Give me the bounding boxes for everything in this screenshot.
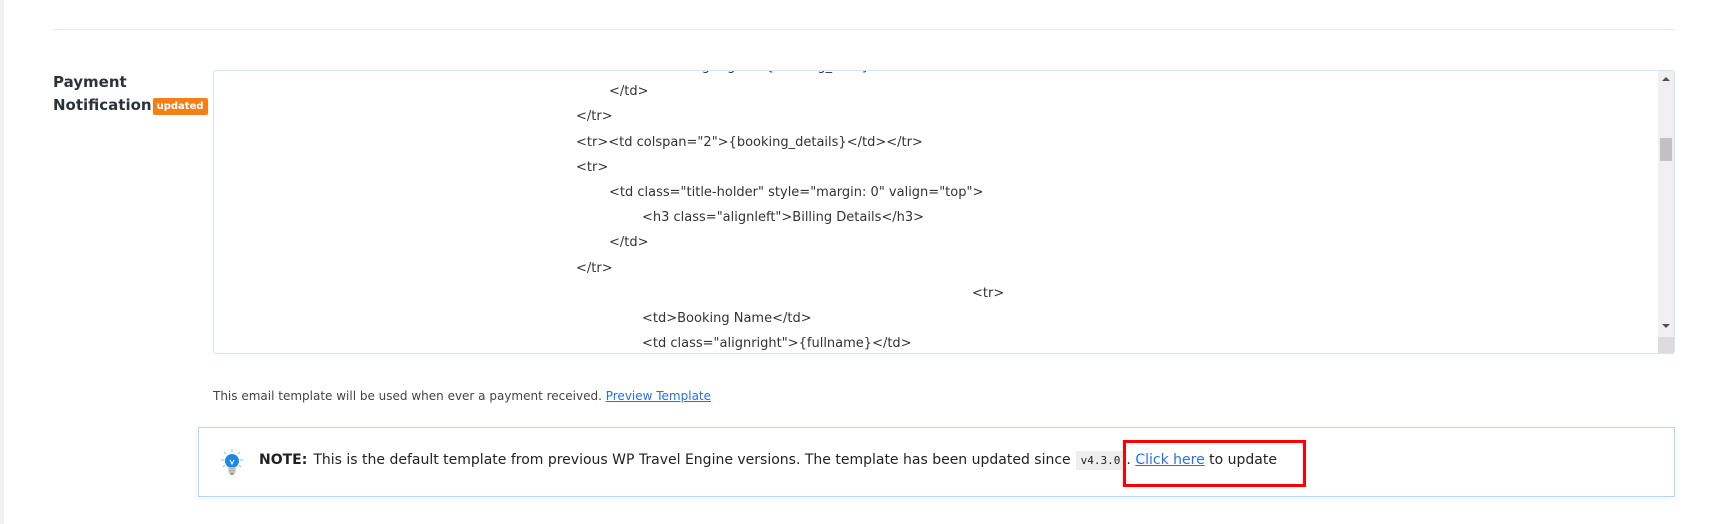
version-code: v4.3.0 (1075, 451, 1126, 470)
code-line: </td> (609, 235, 649, 251)
field-label-line1: Payment (53, 73, 127, 91)
code-line: <tr> (972, 285, 1005, 301)
payment-notification-template-textarea[interactable]: <td class="alignright">{booking_date}</t… (213, 70, 1675, 354)
template-code: <td class="alignright">{booking_date}</t… (214, 71, 1005, 353)
code-line: <td class="title-holder" style="margin: … (609, 184, 984, 200)
code-line: <tr><td colspan="2">{booking_details}</t… (576, 134, 923, 150)
section-divider (53, 29, 1675, 30)
code-line: </tr> (576, 260, 613, 276)
scrollbar-thumb[interactable] (1660, 138, 1672, 161)
lightbulb-icon (221, 449, 243, 481)
field-label-line2: Notification (53, 96, 152, 114)
note-text: This is the default template from previo… (313, 452, 1071, 468)
preview-template-link[interactable]: Preview Template (606, 389, 711, 403)
code-line: <td>Booking Name</td> (642, 310, 812, 326)
textarea-scrollbar[interactable] (1658, 71, 1674, 353)
code-line: <td class="alignright">{fullname}</td> (642, 336, 912, 352)
code-line: <tr> (576, 159, 609, 175)
scroll-down-arrow-icon[interactable] (1662, 324, 1670, 328)
help-text: This email template will be used when ev… (213, 389, 711, 403)
page-edge (0, 0, 4, 524)
code-line: </td> (609, 84, 649, 100)
update-notice: NOTE: This is the default template from p… (198, 427, 1675, 497)
code-line: <h3 class="alignleft">Billing Details</h… (642, 210, 925, 226)
scroll-up-arrow-icon[interactable] (1662, 77, 1670, 81)
code-line: <td class="alignright">{booking_date}</t… (214, 71, 1004, 79)
code-line: </tr> (576, 109, 613, 125)
help-description: This email template will be used when ev… (213, 389, 602, 403)
field-label: Payment Notification updated (53, 71, 208, 117)
resize-grip-icon[interactable] (1658, 337, 1674, 353)
highlight-box (1123, 440, 1306, 487)
updated-badge: updated (152, 98, 208, 115)
note-label: NOTE: (259, 452, 308, 468)
